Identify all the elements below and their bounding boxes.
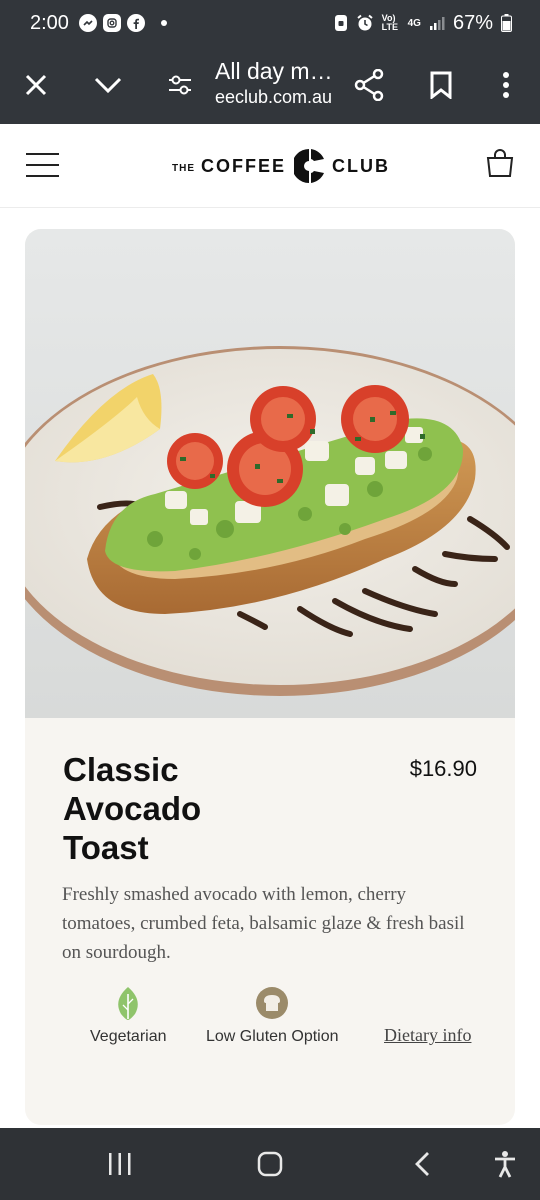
- site-header: THE COFFEE CLUB: [0, 124, 540, 208]
- facebook-icon: [126, 14, 145, 32]
- more-options-button[interactable]: [476, 46, 536, 124]
- chevron-down-icon: [94, 77, 122, 94]
- messenger-icon: [78, 14, 97, 32]
- share-button[interactable]: [339, 46, 399, 124]
- logo-the: THE: [172, 162, 195, 174]
- coffee-club-mark-icon: [294, 149, 325, 183]
- logo-coffee: COFFEE: [201, 155, 287, 176]
- page-domain: eeclub.com.au: [215, 87, 333, 107]
- home-icon: [257, 1151, 283, 1177]
- battery-icon: [501, 14, 512, 32]
- recent-apps-icon: [109, 1153, 131, 1175]
- close-tab-button[interactable]: [6, 46, 66, 124]
- leaf-icon: [118, 987, 139, 1020]
- product-name: Classic Avocado Toast: [63, 750, 263, 867]
- product-description: Freshly smashed avocado with lemon, cher…: [62, 884, 465, 963]
- share-icon: [354, 69, 384, 101]
- back-icon: [415, 1152, 429, 1176]
- site-logo[interactable]: THE COFFEE CLUB: [172, 146, 390, 186]
- status-bar: 2:00 Vo) LTE 4G 67%: [0, 0, 540, 46]
- product-name-line: Toast: [63, 829, 149, 866]
- recent-apps-button[interactable]: [85, 1128, 155, 1200]
- bread-icon: [256, 987, 289, 1019]
- menu-button[interactable]: [26, 153, 59, 179]
- status-time: 2:00: [30, 11, 69, 34]
- shopping-bag-icon: [486, 149, 514, 177]
- product-photo: [25, 229, 515, 718]
- dietary-info-link[interactable]: Dietary info: [384, 1025, 471, 1046]
- dietary-low-gluten: Low Gluten Option: [206, 986, 339, 1046]
- alarm-icon: [356, 14, 373, 31]
- signal-icon: [429, 17, 445, 30]
- logo-club: CLUB: [332, 155, 391, 176]
- product-card: Classic Avocado Toast $16.90 Freshly sma…: [25, 229, 515, 1125]
- product-price: $16.90: [409, 756, 477, 781]
- product-name-line: Classic: [63, 751, 179, 788]
- close-icon: [25, 74, 47, 96]
- battery-percent: 67%: [452, 11, 493, 34]
- notification-dot-icon: [160, 20, 167, 26]
- page-title-block[interactable]: All day m… eeclub.com.au: [215, 58, 345, 108]
- page-title: All day m…: [215, 58, 333, 84]
- home-button[interactable]: [235, 1128, 305, 1200]
- menu-icon-line: [26, 153, 59, 155]
- accessibility-button[interactable]: [470, 1128, 540, 1200]
- dietary-vegetarian: Vegetarian: [90, 986, 167, 1046]
- site-settings-button[interactable]: [150, 46, 210, 124]
- more-vertical-icon: [503, 72, 509, 98]
- tune-icon: [169, 75, 191, 95]
- dietary-label: Low Gluten Option: [206, 1028, 339, 1045]
- browser-toolbar: All day m… eeclub.com.au: [0, 46, 540, 124]
- network-4g-icon: 4G: [407, 17, 421, 29]
- volte-icon: Vo) LTE: [381, 13, 398, 32]
- system-nav-bar: [0, 1128, 540, 1200]
- bookmark-icon: [430, 71, 452, 99]
- vpn-icon: [334, 15, 347, 31]
- menu-icon-line: [26, 164, 59, 166]
- minimize-button[interactable]: [78, 46, 138, 124]
- product-name-line: Avocado: [63, 790, 202, 827]
- menu-icon-line: [26, 175, 59, 177]
- bookmark-button[interactable]: [411, 46, 471, 124]
- dietary-label: Vegetarian: [90, 1028, 167, 1045]
- instagram-icon: [102, 14, 121, 32]
- cart-button[interactable]: [486, 148, 514, 183]
- back-button[interactable]: [387, 1128, 457, 1200]
- accessibility-icon: [495, 1151, 515, 1178]
